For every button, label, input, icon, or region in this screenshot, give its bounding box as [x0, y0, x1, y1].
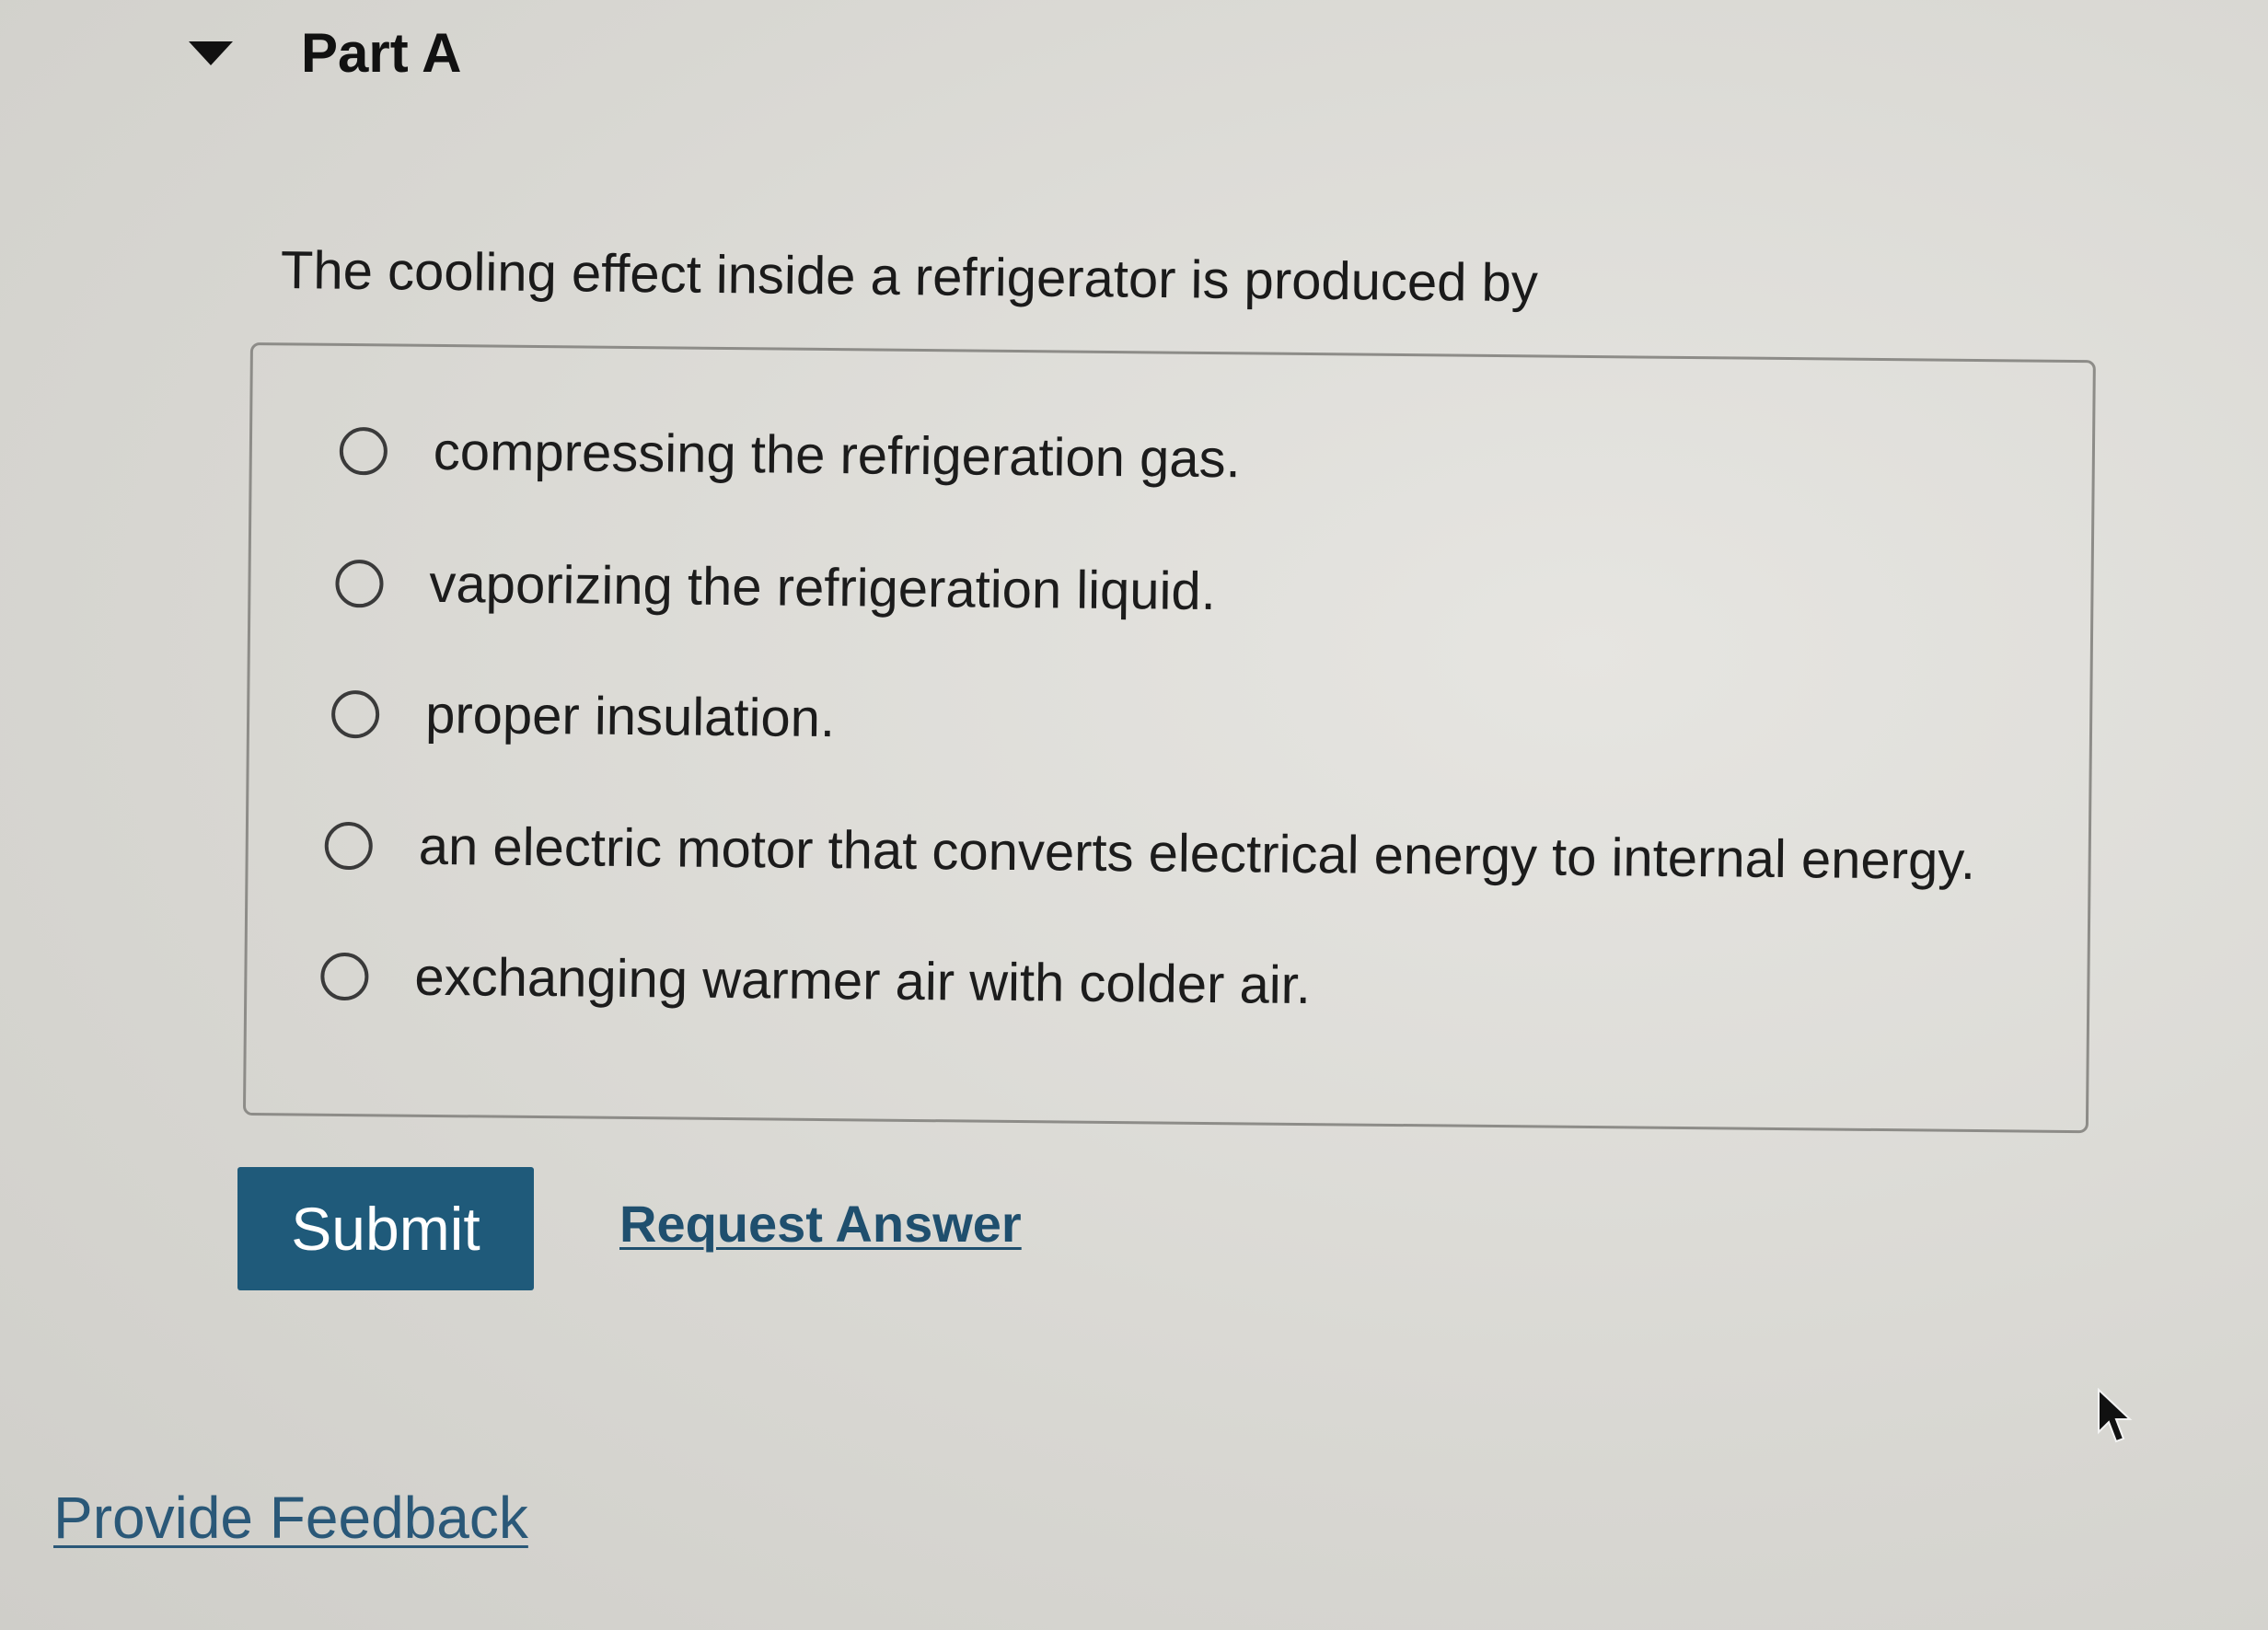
option-label: proper insulation.: [424, 684, 836, 749]
answer-options-box: compressing the refrigeration gas. vapor…: [242, 342, 2096, 1134]
option-4[interactable]: an electric motor that converts electric…: [324, 815, 1976, 892]
provide-feedback-link[interactable]: Provide Feedback: [53, 1488, 528, 1547]
option-label: compressing the refrigeration gas.: [433, 421, 1242, 490]
mouse-pointer-icon: [2098, 1388, 2133, 1443]
option-label: an electric motor that converts electric…: [418, 815, 1976, 892]
option-label: exchanging warmer air with colder air.: [414, 946, 1312, 1016]
option-2[interactable]: vaporizing the refrigeration liquid.: [335, 553, 1217, 622]
option-1[interactable]: compressing the refrigeration gas.: [339, 421, 1242, 490]
question-prompt: The cooling effect inside a refrigerator…: [280, 240, 1539, 314]
option-label: vaporizing the refrigeration liquid.: [429, 553, 1217, 622]
radio-button-icon[interactable]: [320, 952, 369, 1001]
option-5[interactable]: exchanging warmer air with colder air.: [320, 946, 1312, 1016]
request-answer-link[interactable]: Request Answer: [619, 1198, 1022, 1250]
radio-button-icon[interactable]: [324, 821, 374, 871]
radio-button-icon[interactable]: [339, 426, 388, 476]
radio-button-icon[interactable]: [335, 559, 384, 608]
option-3[interactable]: proper insulation.: [330, 684, 836, 749]
radio-button-icon[interactable]: [330, 689, 380, 739]
submit-button[interactable]: Submit: [237, 1167, 534, 1290]
part-title: Part A: [301, 22, 462, 84]
caret-down-icon[interactable]: [189, 41, 233, 65]
